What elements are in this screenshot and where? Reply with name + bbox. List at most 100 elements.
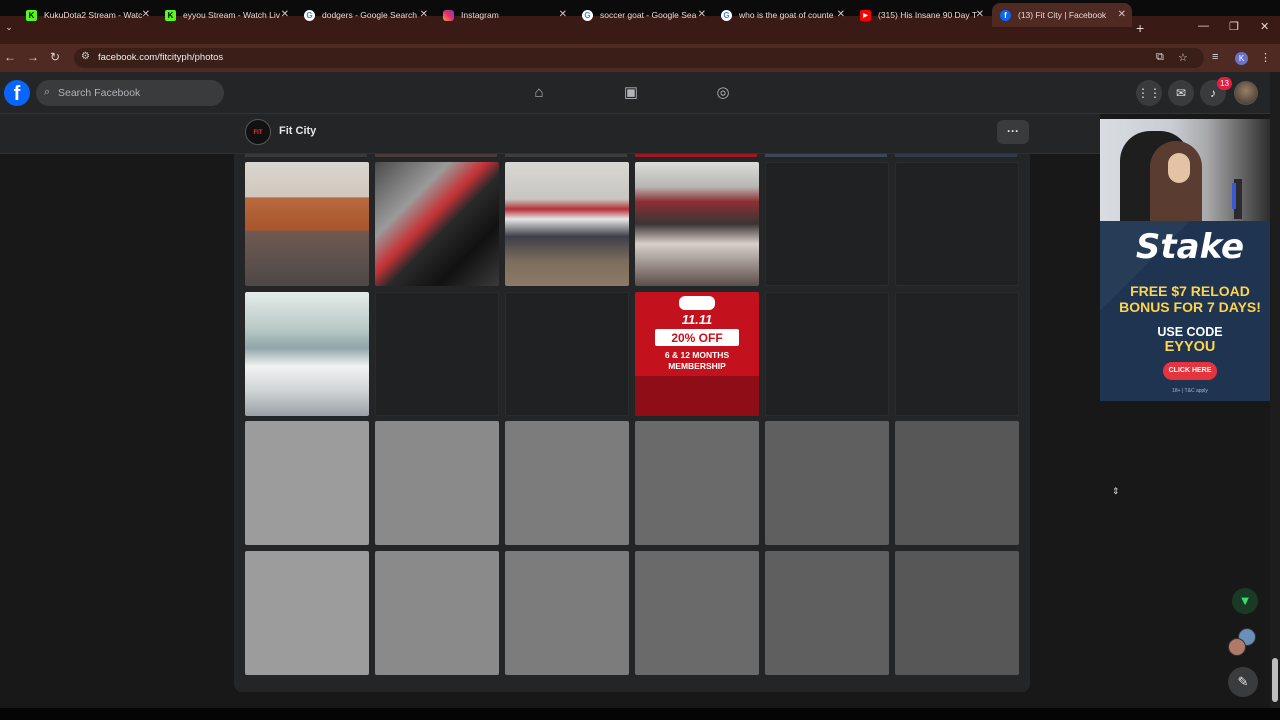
kick-icon: K: [26, 9, 37, 21]
facebook-search[interactable]: ⌕: [36, 80, 224, 106]
stake-ad-overlay[interactable]: Stake FREE $7 RELOAD BONUS FOR 7 DAYS! U…: [1100, 221, 1280, 401]
photo-partial[interactable]: [505, 154, 627, 157]
photo-thumbnail[interactable]: [635, 162, 759, 286]
marketplace-icon[interactable]: ▣: [621, 83, 641, 103]
kick-icon: K: [165, 9, 176, 21]
tab-title: dodgers - Google Search: [322, 10, 417, 20]
promo-photo[interactable]: 11.11 20% OFF 6 & 12 MONTHS MEMBERSHIP: [635, 292, 759, 416]
new-message-icon[interactable]: ✎: [1228, 667, 1258, 697]
photo-partial[interactable]: [245, 154, 367, 157]
loading-placeholder: [375, 421, 499, 545]
facebook-logo-icon[interactable]: f: [4, 80, 30, 106]
close-icon[interactable]: ✕: [559, 9, 567, 20]
loading-placeholder: [895, 421, 1019, 545]
screen: ⌄ K KukuDota2 Stream - Watc ✕ K eyyou St…: [0, 0, 1280, 720]
tab-youtube[interactable]: ▶ (315) His Insane 90 Day T ✕: [852, 3, 990, 27]
tab-goat-counter[interactable]: G who is the goat of counte ✕: [713, 3, 851, 27]
tab-title: Instagram: [461, 10, 499, 20]
search-icon: ⌕: [44, 86, 51, 98]
photo-partial[interactable]: [895, 154, 1017, 157]
tab-title: (13) Fit City | Facebook: [1018, 10, 1107, 20]
loading-placeholder: [635, 421, 759, 545]
ad-use-code-label: USE CODE: [1157, 325, 1223, 339]
facebook-icon: f: [1000, 9, 1011, 21]
tab-search-icon[interactable]: ⌄: [2, 22, 16, 36]
loading-placeholder: [375, 551, 499, 675]
youtube-icon: ▶: [860, 9, 871, 21]
close-icon[interactable]: ✕: [976, 9, 984, 20]
new-tab-button[interactable]: +: [1136, 20, 1144, 36]
promo-line-1: 6 & 12 MONTHS: [664, 350, 730, 360]
tab-title: who is the goat of counte: [739, 10, 834, 20]
media-controls-icon[interactable]: ≡: [1212, 51, 1218, 63]
photo-placeholder: [765, 162, 889, 286]
reload-icon[interactable]: ↻: [50, 50, 60, 64]
photo-thumbnail[interactable]: [375, 162, 499, 286]
tab-soccer-goat[interactable]: G soccer goat - Google Sea ✕: [574, 3, 712, 27]
close-icon[interactable]: ✕: [420, 9, 428, 20]
url-text: facebook.com/fitcityph/photos: [98, 52, 224, 63]
home-icon[interactable]: ⌂: [529, 83, 549, 103]
google-icon: G: [304, 9, 315, 21]
page-scrollbar[interactable]: [1270, 72, 1280, 710]
loading-placeholder: [245, 421, 369, 545]
tab-eyyou[interactable]: K eyyou Stream - Watch Liv ✕: [157, 3, 295, 27]
browser-menu-icon[interactable]: ⋮: [1260, 51, 1271, 64]
site-info-icon[interactable]: ⚙: [81, 51, 90, 62]
google-icon: G: [721, 9, 732, 21]
window-close-icon[interactable]: ✕: [1260, 20, 1269, 33]
tab-title: (315) His Insane 90 Day T: [878, 10, 978, 20]
loading-placeholder: [635, 551, 759, 675]
ad-headline-1: FREE $7 RELOAD: [1130, 283, 1250, 299]
group-chat-avatars[interactable]: [1226, 628, 1260, 658]
groups-icon[interactable]: ◎: [713, 83, 733, 103]
more-options-button[interactable]: ···: [997, 120, 1029, 144]
ad-click-here-button[interactable]: CLICK HERE: [1163, 362, 1217, 380]
messenger-icon[interactable]: ✉: [1168, 80, 1194, 106]
bottom-bar: [0, 708, 1280, 720]
back-icon[interactable]: ←: [4, 50, 16, 64]
search-input[interactable]: [58, 84, 218, 102]
close-icon[interactable]: ✕: [837, 9, 845, 20]
facebook-header: f ⌕ ⌂ ▣ ◎ ⋮⋮ ✉ ♪: [0, 72, 1280, 114]
url-field[interactable]: ⚙ facebook.com/fitcityph/photos: [74, 48, 1204, 68]
browser-profile-avatar[interactable]: K: [1235, 52, 1248, 65]
instagram-icon: [443, 9, 454, 21]
webcam-overlay: [1100, 119, 1280, 221]
forward-icon[interactable]: →: [27, 50, 39, 64]
tab-kukudota2[interactable]: K KukuDota2 Stream - Watc ✕: [18, 3, 156, 27]
photo-placeholder: [505, 292, 629, 416]
loading-placeholder: [245, 551, 369, 675]
bookmark-star-icon[interactable]: ☆: [1178, 51, 1188, 64]
tab-fit-city-facebook[interactable]: f (13) Fit City | Facebook ✕: [992, 3, 1132, 27]
close-icon[interactable]: ✕: [142, 9, 150, 20]
photo-placeholder: [375, 292, 499, 416]
loading-placeholder: [505, 421, 629, 545]
close-icon[interactable]: ✕: [281, 9, 289, 20]
fit-city-badge: [679, 296, 715, 310]
photo-partial[interactable]: [765, 154, 887, 157]
photo-thumbnail[interactable]: [245, 292, 369, 416]
restore-icon[interactable]: ❐: [1229, 20, 1239, 33]
mouse-cursor-icon: ⇕: [1112, 486, 1120, 496]
close-icon[interactable]: ✕: [1118, 9, 1126, 20]
minimize-icon[interactable]: —: [1198, 20, 1209, 32]
promo-date: 11.11: [681, 312, 713, 327]
promo-line-2: MEMBERSHIP: [668, 361, 726, 371]
tab-dodgers[interactable]: G dodgers - Google Search ✕: [296, 3, 434, 27]
photo-thumbnail[interactable]: [505, 162, 629, 286]
photo-partial[interactable]: [635, 154, 757, 157]
photo-partial[interactable]: [375, 154, 497, 157]
loading-placeholder: [765, 421, 889, 545]
account-avatar[interactable]: [1234, 81, 1258, 105]
menu-grid-icon[interactable]: ⋮⋮: [1136, 80, 1162, 106]
scrollbar-thumb[interactable]: [1272, 658, 1278, 702]
page-header: [0, 114, 1100, 154]
install-app-icon[interactable]: ⧉: [1156, 51, 1164, 64]
tab-instagram[interactable]: Instagram ✕: [435, 3, 573, 27]
page-logo[interactable]: FIT CITY: [245, 119, 271, 162]
close-icon[interactable]: ✕: [698, 9, 706, 20]
photo-thumbnail[interactable]: [245, 162, 369, 286]
game-logo-icon: ▼: [1232, 588, 1258, 614]
page-title[interactable]: Fit City: [279, 125, 316, 137]
